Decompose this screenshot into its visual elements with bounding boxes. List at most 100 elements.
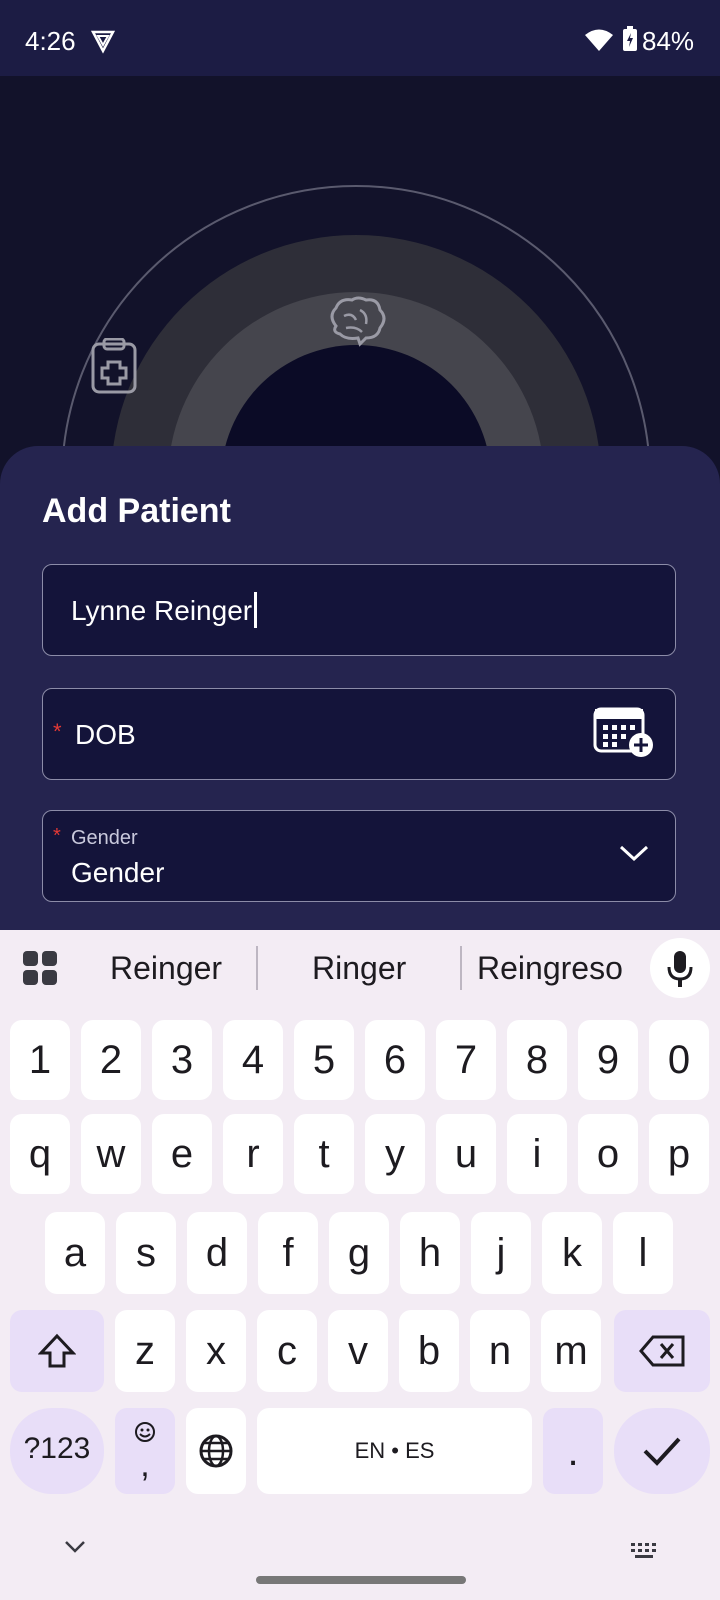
backspace-icon xyxy=(639,1335,685,1367)
key-label: w xyxy=(96,1132,126,1176)
key-5[interactable]: 5 xyxy=(294,1020,354,1100)
key-3[interactable]: 3 xyxy=(152,1020,212,1100)
key-label: x xyxy=(206,1329,226,1373)
key-r[interactable]: r xyxy=(223,1114,283,1194)
key-0[interactable]: 0 xyxy=(649,1020,709,1100)
key-label: y xyxy=(385,1132,405,1176)
suggestion-3[interactable]: Reingreso xyxy=(477,950,623,987)
key-m[interactable]: m xyxy=(541,1310,601,1392)
key-label: p xyxy=(667,1132,691,1176)
key-label: 7 xyxy=(454,1038,478,1082)
key-v[interactable]: v xyxy=(328,1310,388,1392)
key-b[interactable]: b xyxy=(399,1310,459,1392)
suggestion-divider xyxy=(256,946,258,990)
wifi-icon xyxy=(584,28,614,59)
key-label: l xyxy=(638,1231,648,1275)
key-f[interactable]: f xyxy=(258,1212,318,1294)
shift-arrow-icon xyxy=(37,1333,77,1368)
suggestion-1[interactable]: Reinger xyxy=(110,950,222,987)
key-k[interactable]: k xyxy=(542,1212,602,1294)
status-bar: 4:26 84% xyxy=(0,0,720,76)
backspace-key[interactable] xyxy=(614,1310,710,1392)
language-key[interactable] xyxy=(186,1408,246,1494)
home-indicator[interactable] xyxy=(256,1576,466,1584)
key-j[interactable]: j xyxy=(471,1212,531,1294)
mic-icon[interactable] xyxy=(650,938,710,998)
key-a[interactable]: a xyxy=(45,1212,105,1294)
key-label: q xyxy=(28,1132,52,1176)
key-label: n xyxy=(488,1329,512,1373)
key-n[interactable]: n xyxy=(470,1310,530,1392)
key-label: 1 xyxy=(28,1038,52,1082)
enter-key[interactable] xyxy=(614,1408,710,1494)
key-s[interactable]: s xyxy=(116,1212,176,1294)
required-mark: * xyxy=(53,719,62,744)
key-label: s xyxy=(136,1231,156,1275)
key-l[interactable]: l xyxy=(613,1212,673,1294)
key-i[interactable]: i xyxy=(507,1114,567,1194)
key-label: f xyxy=(282,1231,294,1275)
battery-charging-icon xyxy=(622,26,638,59)
key-u[interactable]: u xyxy=(436,1114,496,1194)
sheet-title: Add Patient xyxy=(42,492,231,530)
shield-vpn-icon xyxy=(90,28,116,61)
key-1[interactable]: 1 xyxy=(10,1020,70,1100)
gender-dropdown[interactable]: * Gender Gender xyxy=(42,810,676,902)
keyboard-switch-icon[interactable] xyxy=(630,1542,660,1565)
key-z[interactable]: z xyxy=(115,1310,175,1392)
key-label: m xyxy=(554,1329,588,1373)
period-key[interactable]: . xyxy=(543,1408,603,1494)
patient-name-value-wrap: Lynne Reinger xyxy=(71,591,258,628)
key-label: 5 xyxy=(312,1038,336,1082)
gender-required-mark: * xyxy=(53,825,61,847)
key-7[interactable]: 7 xyxy=(436,1020,496,1100)
space-key[interactable]: EN • ES xyxy=(257,1408,532,1494)
shift-key[interactable] xyxy=(10,1310,104,1392)
key-p[interactable]: p xyxy=(649,1114,709,1194)
key-h[interactable]: h xyxy=(400,1212,460,1294)
key-label: 2 xyxy=(99,1038,123,1082)
key-w[interactable]: w xyxy=(81,1114,141,1194)
key-o[interactable]: o xyxy=(578,1114,638,1194)
key-label: o xyxy=(596,1132,620,1176)
key-label: d xyxy=(205,1231,229,1275)
gender-value: Gender xyxy=(71,857,165,888)
key-q[interactable]: q xyxy=(10,1114,70,1194)
key-label: e xyxy=(170,1132,194,1176)
key-e[interactable]: e xyxy=(152,1114,212,1194)
key-label: 8 xyxy=(525,1038,549,1082)
key-8[interactable]: 8 xyxy=(507,1020,567,1100)
status-time: 4:26 xyxy=(25,26,76,56)
suggestion-2[interactable]: Ringer xyxy=(312,950,406,987)
key-2[interactable]: 2 xyxy=(81,1020,141,1100)
key-d[interactable]: d xyxy=(187,1212,247,1294)
gender-floating-label: Gender xyxy=(71,827,138,849)
space-key-label: EN • ES xyxy=(354,1438,435,1463)
key-label: z xyxy=(135,1329,155,1373)
key-label: 6 xyxy=(383,1038,407,1082)
key-9[interactable]: 9 xyxy=(578,1020,638,1100)
key-label: 0 xyxy=(667,1038,691,1082)
calendar-add-icon[interactable] xyxy=(593,707,655,764)
keyboard-collapse-chevron-icon[interactable] xyxy=(64,1540,86,1559)
key-label: r xyxy=(246,1132,260,1176)
key-label: t xyxy=(318,1132,330,1176)
key-label: c xyxy=(277,1329,297,1373)
symbols-key[interactable]: ?123 xyxy=(10,1408,104,1494)
key-c[interactable]: c xyxy=(257,1310,317,1392)
text-caret xyxy=(254,591,258,628)
keyboard-apps-icon[interactable] xyxy=(22,950,58,991)
key-t[interactable]: t xyxy=(294,1114,354,1194)
hero-illustration xyxy=(0,76,720,456)
key-g[interactable]: g xyxy=(329,1212,389,1294)
key-6[interactable]: 6 xyxy=(365,1020,425,1100)
emoji-comma-key[interactable]: , xyxy=(115,1408,175,1494)
key-4[interactable]: 4 xyxy=(223,1020,283,1100)
battery-percent: 84% xyxy=(642,26,695,56)
key-y[interactable]: y xyxy=(365,1114,425,1194)
patient-name-field[interactable]: Lynne Reinger xyxy=(42,564,676,656)
key-label: 9 xyxy=(596,1038,620,1082)
dob-field[interactable]: * DOB xyxy=(42,688,676,780)
key-x[interactable]: x xyxy=(186,1310,246,1392)
key-label: b xyxy=(417,1329,441,1373)
